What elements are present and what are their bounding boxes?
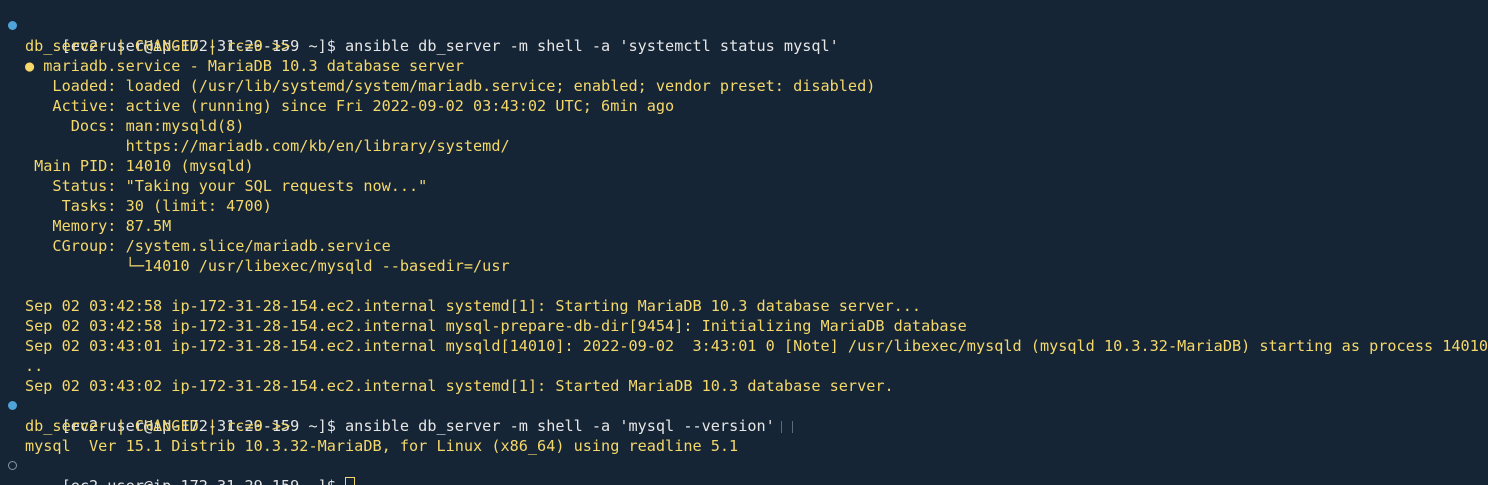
command-line: [ec2-user@ip-172-31-29-159 ~]$ ansible d… bbox=[0, 396, 1488, 435]
output-line: Main PID: 14010 (mysqld) bbox=[25, 157, 254, 175]
terminal-panel[interactable]: [ec2-user@ip-172-31-29-159 ~]$ ansible d… bbox=[0, 0, 1488, 485]
output-line: Memory: 87.5M bbox=[25, 217, 172, 235]
output-line: Sep 02 03:42:58 ip-172-31-28-154.ec2.int… bbox=[25, 317, 967, 335]
output-line: db_server | CHANGED | rc=0 >> bbox=[25, 417, 291, 435]
output-line: Sep 02 03:43:01 ip-172-31-28-154.ec2.int… bbox=[25, 337, 1488, 355]
command-pending-decoration-icon[interactable] bbox=[8, 461, 17, 470]
output-line: .. bbox=[25, 357, 44, 375]
output-line: mysql Ver 15.1 Distrib 10.3.32-MariaDB, … bbox=[25, 437, 739, 455]
shell-prompt: [ec2-user@ip-172-31-29-159 ~]$ bbox=[62, 477, 345, 485]
command-success-decoration-icon[interactable] bbox=[8, 21, 17, 30]
command-success-decoration-icon[interactable] bbox=[8, 401, 17, 410]
output-line: ● mariadb.service - MariaDB 10.3 databas… bbox=[25, 57, 464, 75]
output-line: CGroup: /system.slice/mariadb.service bbox=[25, 237, 391, 255]
text-cursor bbox=[345, 477, 356, 485]
command-line: [ec2-user@ip-172-31-29-159 ~]$ ansible d… bbox=[0, 16, 1488, 55]
output-line: Status: "Taking your SQL requests now...… bbox=[25, 177, 428, 195]
output-line: Tasks: 30 (limit: 4700) bbox=[25, 197, 272, 215]
output-line: Loaded: loaded (/usr/lib/systemd/system/… bbox=[25, 77, 876, 95]
output-line: Docs: man:mysqld(8) bbox=[25, 117, 245, 135]
output-line: └─14010 /usr/libexec/mysqld --basedir=/u… bbox=[25, 257, 510, 275]
active-command-line[interactable]: [ec2-user@ip-172-31-29-159 ~]$ bbox=[0, 456, 1488, 485]
output-line: Active: active (running) since Fri 2022-… bbox=[25, 97, 675, 115]
output-line: https://mariadb.com/kb/en/library/system… bbox=[25, 137, 510, 155]
output-line: Sep 02 03:43:02 ip-172-31-28-154.ec2.int… bbox=[25, 377, 894, 395]
output-line: Sep 02 03:42:58 ip-172-31-28-154.ec2.int… bbox=[25, 297, 922, 315]
output-line: db_server | CHANGED | rc=0 >> bbox=[25, 37, 291, 55]
